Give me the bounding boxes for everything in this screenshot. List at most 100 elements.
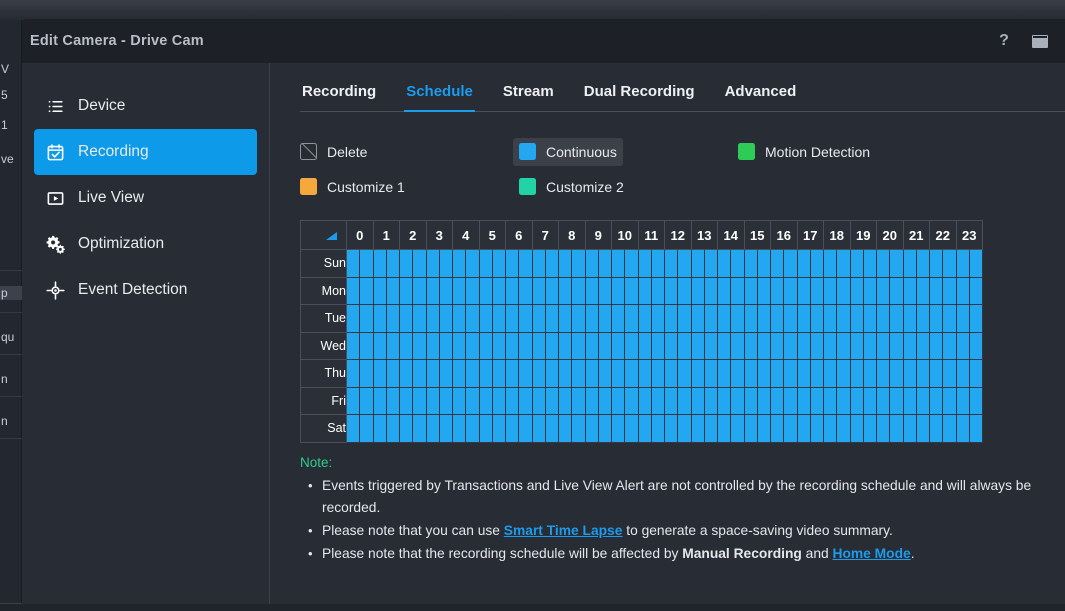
schedule-grid[interactable]: 01234567891011121314151617181920212223Su…	[300, 220, 983, 443]
schedule-slot[interactable]	[585, 360, 598, 388]
schedule-slot[interactable]	[824, 305, 837, 333]
schedule-slot[interactable]	[612, 250, 625, 278]
schedule-slot[interactable]	[413, 415, 426, 443]
schedule-slot[interactable]	[585, 277, 598, 305]
schedule-slot[interactable]	[426, 332, 439, 360]
schedule-slot[interactable]	[930, 360, 943, 388]
schedule-slot[interactable]	[969, 332, 982, 360]
schedule-slot[interactable]	[969, 415, 982, 443]
schedule-slot[interactable]	[519, 277, 532, 305]
schedule-slot[interactable]	[771, 415, 784, 443]
schedule-slot[interactable]	[598, 387, 611, 415]
schedule-slot[interactable]	[519, 332, 532, 360]
schedule-slot[interactable]	[532, 305, 545, 333]
schedule-slot[interactable]	[890, 387, 903, 415]
schedule-slot[interactable]	[850, 360, 863, 388]
schedule-slot[interactable]	[877, 332, 890, 360]
schedule-slot[interactable]	[956, 415, 969, 443]
schedule-slot[interactable]	[479, 415, 492, 443]
schedule-slot[interactable]	[360, 415, 373, 443]
schedule-slot[interactable]	[850, 332, 863, 360]
schedule-slot[interactable]	[545, 415, 558, 443]
schedule-slot[interactable]	[704, 250, 717, 278]
schedule-slot[interactable]	[400, 250, 413, 278]
schedule-slot[interactable]	[373, 360, 386, 388]
schedule-slot[interactable]	[665, 332, 678, 360]
schedule-slot[interactable]	[479, 360, 492, 388]
schedule-slot[interactable]	[559, 277, 572, 305]
schedule-slot[interactable]	[532, 332, 545, 360]
schedule-slot[interactable]	[665, 360, 678, 388]
schedule-slot[interactable]	[413, 305, 426, 333]
schedule-slot[interactable]	[665, 415, 678, 443]
schedule-slot[interactable]	[691, 277, 704, 305]
schedule-slot[interactable]	[651, 277, 664, 305]
schedule-slot[interactable]	[943, 305, 956, 333]
schedule-slot[interactable]	[863, 360, 876, 388]
sidebar-item-live-view[interactable]: Live View	[34, 175, 257, 221]
schedule-slot[interactable]	[479, 250, 492, 278]
schedule-slot[interactable]	[506, 305, 519, 333]
schedule-slot[interactable]	[612, 360, 625, 388]
schedule-slot[interactable]	[386, 415, 399, 443]
schedule-slot[interactable]	[347, 277, 360, 305]
schedule-slot[interactable]	[466, 305, 479, 333]
schedule-slot[interactable]	[439, 332, 452, 360]
schedule-slot[interactable]	[744, 387, 757, 415]
schedule-slot[interactable]	[784, 332, 797, 360]
schedule-day-label[interactable]: Thu	[301, 360, 347, 388]
schedule-slot[interactable]	[373, 387, 386, 415]
schedule-slot[interactable]	[691, 360, 704, 388]
schedule-slot[interactable]	[744, 305, 757, 333]
schedule-hour-header[interactable]: 3	[426, 221, 453, 250]
schedule-slot[interactable]	[492, 415, 505, 443]
schedule-slot[interactable]	[810, 250, 823, 278]
schedule-slot[interactable]	[559, 387, 572, 415]
schedule-slot[interactable]	[704, 360, 717, 388]
schedule-slot[interactable]	[903, 277, 916, 305]
schedule-slot[interactable]	[731, 305, 744, 333]
schedule-slot[interactable]	[943, 332, 956, 360]
schedule-slot[interactable]	[863, 305, 876, 333]
schedule-slot[interactable]	[386, 360, 399, 388]
schedule-slot[interactable]	[585, 415, 598, 443]
schedule-slot[interactable]	[704, 415, 717, 443]
schedule-slot[interactable]	[890, 360, 903, 388]
schedule-hour-header[interactable]: 21	[903, 221, 930, 250]
schedule-slot[interactable]	[347, 415, 360, 443]
schedule-day-label[interactable]: Sat	[301, 415, 347, 443]
schedule-slot[interactable]	[771, 360, 784, 388]
tab-schedule[interactable]: Schedule	[404, 83, 475, 111]
legend-item-customize-1[interactable]: Customize 1	[300, 169, 519, 204]
schedule-slot[interactable]	[691, 387, 704, 415]
schedule-slot[interactable]	[678, 360, 691, 388]
schedule-slot[interactable]	[612, 277, 625, 305]
schedule-slot[interactable]	[373, 332, 386, 360]
schedule-slot[interactable]	[466, 415, 479, 443]
schedule-slot[interactable]	[572, 305, 585, 333]
schedule-slot[interactable]	[930, 250, 943, 278]
schedule-slot[interactable]	[413, 250, 426, 278]
schedule-slot[interactable]	[863, 250, 876, 278]
schedule-slot[interactable]	[943, 277, 956, 305]
schedule-slot[interactable]	[426, 250, 439, 278]
schedule-day-label[interactable]: Tue	[301, 305, 347, 333]
tab-recording[interactable]: Recording	[300, 83, 378, 111]
schedule-slot[interactable]	[532, 415, 545, 443]
schedule-slot[interactable]	[347, 305, 360, 333]
schedule-hour-header[interactable]: 18	[824, 221, 851, 250]
schedule-hour-header[interactable]: 7	[532, 221, 559, 250]
schedule-slot[interactable]	[877, 250, 890, 278]
legend-item-continuous[interactable]: Continuous	[513, 138, 623, 166]
schedule-hour-header[interactable]: 16	[771, 221, 798, 250]
schedule-hour-header[interactable]: 14	[718, 221, 745, 250]
schedule-slot[interactable]	[373, 305, 386, 333]
sidebar-item-optimization[interactable]: Optimization	[34, 221, 257, 267]
schedule-slot[interactable]	[837, 387, 850, 415]
schedule-slot[interactable]	[386, 332, 399, 360]
schedule-day-label[interactable]: Sun	[301, 250, 347, 278]
schedule-slot[interactable]	[413, 387, 426, 415]
schedule-slot[interactable]	[850, 415, 863, 443]
schedule-slot[interactable]	[532, 277, 545, 305]
schedule-slot[interactable]	[651, 250, 664, 278]
